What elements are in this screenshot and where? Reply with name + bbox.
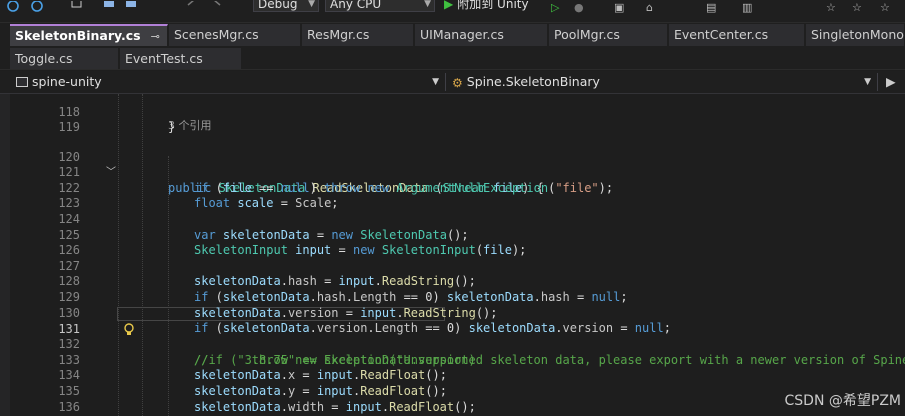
platform-value: Any CPU (330, 0, 382, 11)
type-dropdown[interactable]: ⚙ Spine.SkeletonBinary ▼ (446, 73, 878, 91)
new-item-icon[interactable] (70, 0, 84, 15)
tab-label: ResMgr.cs (307, 27, 370, 42)
platform-combo[interactable]: Any CPU ▼ (325, 0, 435, 12)
toolbar-misc-icon[interactable]: ⌂ (646, 1, 653, 15)
start-without-debug-icon[interactable]: ▷ (551, 1, 559, 15)
chevron-down-icon: ▼ (432, 77, 439, 87)
code-line: 129 skeletonData.version = input.ReadStr… (0, 274, 905, 320)
toolbar-misc-icon[interactable]: ▣ (614, 1, 624, 15)
tab-label: UIManager.cs (420, 27, 504, 42)
code-line: 133 skeletonData.x = input.ReadFloat(); (0, 337, 905, 383)
lightbulb-icon[interactable] (80, 307, 135, 335)
main-toolbar: Debug ▼ Any CPU ▼ ▶ 附加到 Unity ▷ ● ▣ ⌂ ▤ ▥… (0, 0, 905, 23)
class-icon: ⚙ (452, 76, 463, 90)
save-all-icon[interactable] (124, 0, 138, 15)
attach-unity-label: 附加到 Unity (457, 0, 529, 11)
configuration-value: Debug (258, 0, 298, 11)
tab-label: SkeletonBinary.cs (15, 28, 141, 43)
tab-skeletonbinary[interactable]: SkeletonBinary.cs⊸✕ (10, 24, 168, 46)
tab-toggle[interactable]: Toggle.cs (10, 48, 119, 69)
play-icon: ▶ (444, 0, 454, 11)
document-tabs-row-1: SkeletonBinary.cs⊸✕ ScenesMgr.cs ResMgr.… (0, 23, 905, 47)
chevron-down-icon: ▼ (424, 0, 431, 9)
tab-uimanager[interactable]: UIManager.cs (415, 24, 548, 46)
code-line: 136 skeletonData.height = input.ReadFloa… (0, 384, 905, 416)
code-line: 119 (0, 104, 905, 134)
pin-icon[interactable]: ⊸ (151, 30, 160, 43)
stop-icon[interactable]: ● (574, 1, 584, 15)
project-dropdown[interactable]: spine-unity ▼ (10, 73, 446, 91)
type-name: Spine.SkeletonBinary (466, 74, 600, 89)
code-line: 121 if (file == null) throw new Argument… (0, 150, 905, 195)
chevron-down-icon: ▼ (308, 0, 315, 9)
bookmark-icon[interactable]: ☆ (880, 1, 890, 15)
forward-icon[interactable] (30, 0, 44, 15)
tab-scenesmgr[interactable]: ScenesMgr.cs (169, 24, 301, 46)
tab-label: EventTest.cs (125, 51, 203, 66)
code-line: 123 (0, 181, 905, 210)
code-line: 132 // throw new Exception("Unsupported … (0, 322, 905, 367)
bookmark-icon[interactable]: ☆ (826, 1, 836, 15)
tab-label: SingletonMono.cs (811, 27, 904, 42)
member-dropdown[interactable]: ▶ (880, 73, 905, 91)
tab-eventcenter[interactable]: EventCenter.cs (669, 24, 805, 46)
save-icon[interactable] (102, 0, 116, 15)
code-line: 128 if (skeletonData.hash.Length == 0) s… (0, 259, 905, 304)
code-line: 124 var skeletonData = new SkeletonData(… (0, 196, 905, 242)
document-tabs-row-2: Toggle.cs EventTest.cs (0, 47, 905, 70)
undo-icon[interactable] (186, 0, 200, 15)
toolbar-misc-icon[interactable]: ▤ (706, 1, 716, 15)
tab-resmgr[interactable]: ResMgr.cs (302, 24, 414, 46)
configuration-combo[interactable]: Debug ▼ (253, 0, 319, 12)
watermark: CSDN @希望PZM (784, 393, 901, 409)
back-icon[interactable] (6, 0, 20, 15)
code-line: 120 ﹀ public SkeletonData ReadSkeletonDa… (0, 134, 905, 195)
chevron-down-icon: ▼ (864, 77, 871, 87)
bookmark-icon[interactable]: ☆ (852, 1, 862, 15)
code-line: 127 skeletonData.hash = input.ReadString… (0, 243, 905, 289)
redo-icon[interactable] (212, 0, 226, 15)
code-line: 135 skeletonData.width = input.ReadFloat… (0, 368, 905, 414)
tab-singletonmono[interactable]: SingletonMono.cs (806, 24, 905, 46)
code-editor[interactable]: 3 个引用 118 } 119 120 ﹀ public SkeletonDat… (0, 94, 905, 416)
tab-label: EventCenter.cs (674, 27, 769, 42)
code-line: 134 skeletonData.y = input.ReadFloat(); (0, 353, 905, 398)
code-line: 122 float scale = Scale; (0, 165, 905, 211)
project-icon (16, 77, 28, 87)
tab-label: PoolMgr.cs (554, 27, 620, 42)
attach-unity-button[interactable]: ▶ 附加到 Unity (444, 0, 529, 11)
code-line-current: 131 //if ("3.8.75" == skeletonData.versi… (0, 306, 905, 367)
toolbar-misc-icon[interactable]: ▥ (742, 1, 752, 15)
project-name: spine-unity (32, 74, 102, 89)
tab-label: ScenesMgr.cs (174, 27, 259, 42)
tab-eventtest[interactable]: EventTest.cs (120, 48, 242, 69)
code-line: 125 SkeletonInput input = new SkeletonIn… (0, 212, 905, 258)
code-line: 137 (0, 400, 905, 416)
line-number: 119 (58, 119, 80, 134)
navigation-bar: spine-unity ▼ ⚙ Spine.SkeletonBinary ▼ ▶ (0, 71, 905, 94)
tab-poolmgr[interactable]: PoolMgr.cs (549, 24, 668, 46)
code-line: 130 if (skeletonData.version.Length == 0… (0, 290, 905, 336)
code-line: 126 (0, 228, 905, 257)
tab-label: Toggle.cs (15, 51, 73, 66)
code-line: 118 } (0, 94, 905, 135)
member-icon: ▶ (886, 74, 896, 89)
